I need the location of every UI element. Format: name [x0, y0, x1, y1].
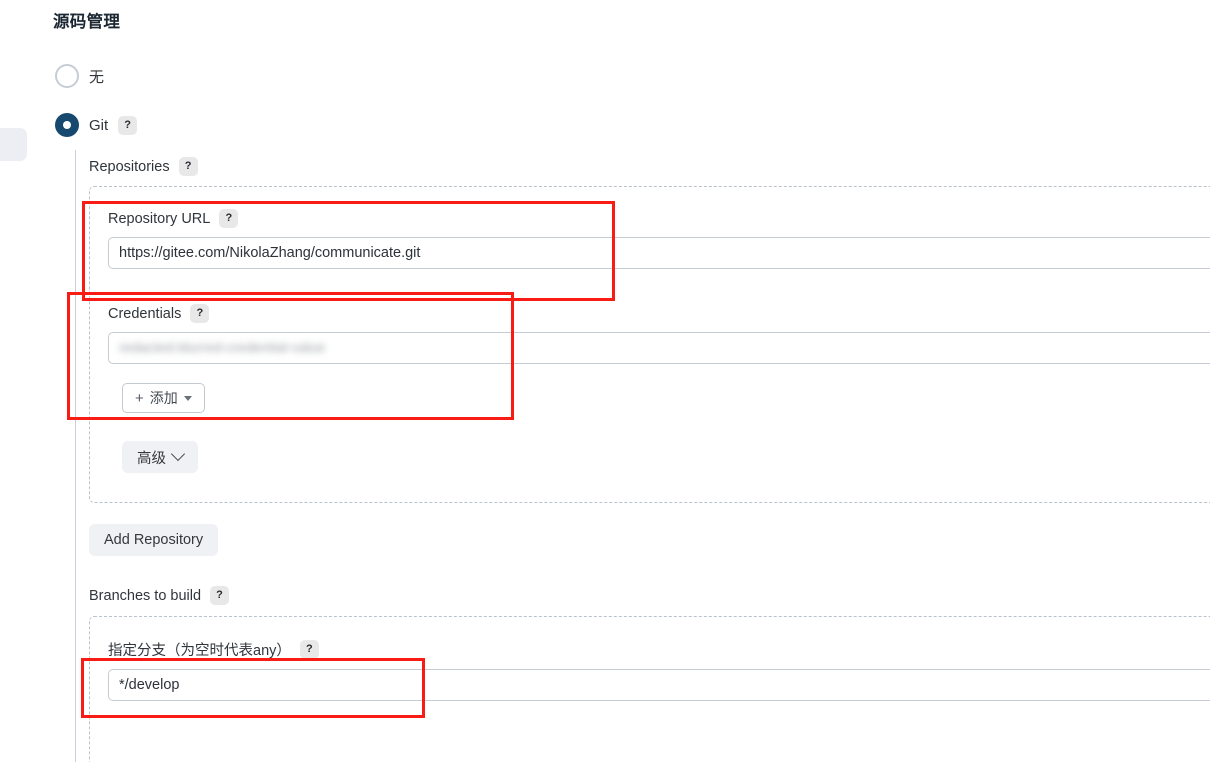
advanced-label: 高级 [137, 450, 166, 467]
repository-url-input[interactable] [108, 237, 1210, 269]
chevron-down-icon [170, 446, 186, 462]
branch-specifier-input[interactable] [108, 669, 1210, 701]
repository-url-field: Repository URL ? [108, 209, 1210, 269]
branches-label-group: Branches to build ? [89, 586, 230, 605]
repositories-label: Repositories [89, 158, 170, 175]
add-repository-button[interactable]: Add Repository [89, 524, 219, 556]
help-icon[interactable]: ? [178, 157, 198, 176]
repository-entry-container: Repository URL ? Credentials ? redacted-… [89, 186, 1210, 503]
indent-guide [75, 150, 76, 762]
add-credential-button[interactable]: + 添加 [122, 383, 205, 413]
radio-git[interactable] [55, 113, 79, 137]
branch-entry-container: 指定分支（为空时代表any） ? [89, 616, 1210, 762]
plus-icon: + [135, 389, 144, 407]
scm-option-git[interactable]: Git ? [55, 113, 138, 137]
sidebar-tab-chip[interactable] [0, 128, 27, 161]
credentials-redacted-value: redacted-blurred-credential-value [119, 339, 326, 355]
caret-down-icon [183, 395, 192, 401]
credentials-field: Credentials ? redacted-blurred-credentia… [108, 304, 1210, 364]
help-icon[interactable]: ? [118, 115, 138, 135]
help-icon[interactable]: ? [219, 209, 239, 228]
credentials-select[interactable]: redacted-blurred-credential-value [108, 332, 1210, 364]
help-icon[interactable]: ? [190, 304, 210, 323]
help-icon[interactable]: ? [210, 586, 230, 605]
add-repository-label: Add Repository [104, 532, 204, 548]
scm-option-none[interactable]: 无 [55, 64, 104, 88]
scm-option-git-label: Git [89, 116, 109, 134]
repository-url-label: Repository URL [108, 210, 211, 227]
radio-none[interactable] [55, 64, 79, 88]
branches-to-build-label: Branches to build [89, 587, 202, 604]
credentials-label: Credentials [108, 305, 182, 322]
help-icon[interactable]: ? [299, 640, 319, 659]
advanced-button[interactable]: 高级 [122, 441, 198, 473]
branch-specifier-label: 指定分支（为空时代表any） [108, 643, 291, 659]
scm-configuration-page: 源码管理 无 Git ? Repositories ? Repository U… [0, 0, 1210, 762]
scm-option-none-label: 无 [89, 68, 105, 86]
add-credential-label: 添加 [149, 390, 178, 406]
page-title: 源码管理 [53, 13, 121, 31]
repositories-label-group: Repositories ? [89, 157, 198, 176]
branch-specifier-field: 指定分支（为空时代表any） ? [108, 639, 1210, 701]
